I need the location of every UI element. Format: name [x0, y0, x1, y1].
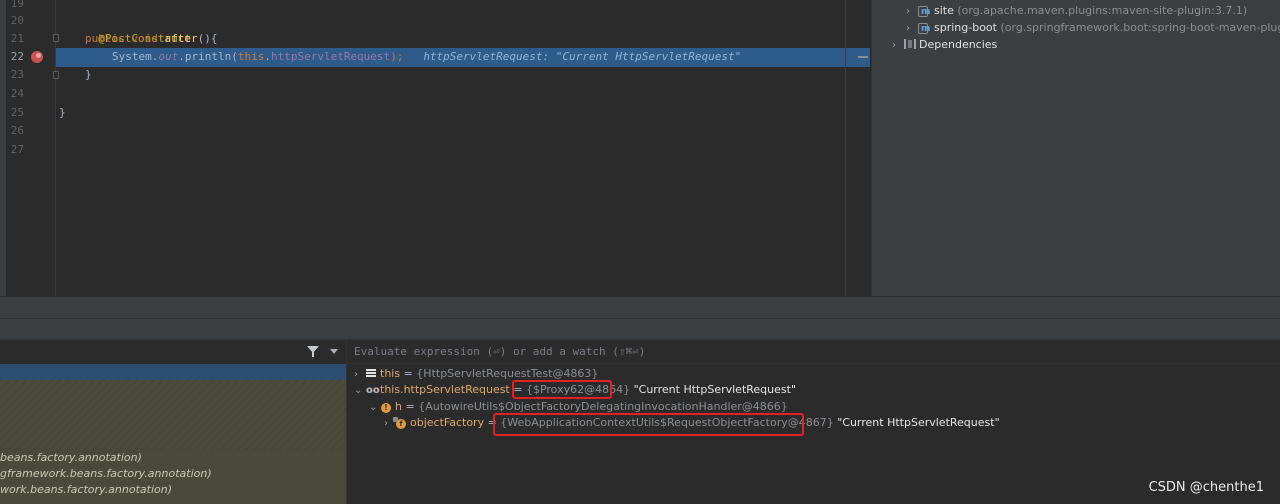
line-number: 24: [10, 87, 24, 100]
chevron-right-icon[interactable]: ›: [892, 37, 904, 55]
closing-brace: }: [59, 106, 66, 119]
keyword-token: void: [131, 32, 158, 45]
variable-name: this: [380, 367, 401, 380]
maven-dependencies-node[interactable]: › Dependencies: [892, 36, 997, 54]
code-token: (){: [197, 32, 218, 45]
keyword-token: public: [85, 32, 125, 45]
final-field-icon: f: [393, 417, 406, 429]
code-token: .println(: [178, 50, 238, 63]
variable-value: "Current HttpServletRequest": [630, 383, 797, 396]
fold-icon[interactable]: [53, 71, 59, 79]
frames-library-shading: [0, 380, 346, 450]
plugin-coordinates: (org.apache.maven.plugins:maven-site-plu…: [957, 4, 1248, 17]
code-line-22: System.out.println(this.httpServletReque…: [112, 48, 741, 66]
evaluate-expression-placeholder[interactable]: Evaluate expression (⏎) or add a watch (…: [354, 345, 645, 358]
fold-icon[interactable]: [53, 34, 59, 42]
code-line-23: }: [85, 66, 92, 84]
static-field-token: out: [158, 50, 179, 63]
variable-name: h: [395, 400, 402, 413]
inline-debug-value: httpServletRequest: "Current HttpServlet…: [423, 50, 742, 63]
code-token: );: [390, 50, 404, 63]
maven-plugin-icon: m: [918, 21, 930, 34]
line-number: 27: [10, 143, 24, 156]
code-token: System.: [112, 50, 159, 63]
field-token: httpServletRequest: [270, 50, 391, 63]
highlight-box-object-factory: [493, 413, 804, 436]
dependencies-label: Dependencies: [919, 38, 998, 51]
line-number-active: 22: [10, 50, 24, 63]
maven-tool-window: › m site (org.apache.maven.plugins:maven-s…: [871, 0, 1280, 296]
code-line-21: public void after(){: [85, 30, 218, 48]
right-margin-guide: [845, 0, 846, 296]
gutter-separator: [55, 0, 56, 296]
fold-gutter: [28, 0, 55, 296]
highlight-box-proxy: [512, 380, 612, 399]
line-number-gutter: 19 20 21 22 23 24 25 26 27: [6, 0, 28, 296]
maven-plugin-item[interactable]: › m site (org.apache.maven.plugins:maven-s…: [906, 2, 1247, 20]
frame-item[interactable]: beans.factory.annotation): [0, 449, 142, 466]
variable-name: objectFactory: [410, 416, 485, 429]
frame-item[interactable]: gframework.beans.factory.annotation): [0, 465, 212, 482]
equals-sign: =: [401, 400, 419, 413]
chevron-down-icon[interactable]: [330, 349, 338, 354]
method-name-token: after: [164, 32, 198, 45]
maven-plugin-item[interactable]: › m spring-boot (org.springframework.boot:…: [906, 19, 1280, 37]
line-number: 26: [10, 124, 24, 137]
warning-field-icon: !: [381, 403, 391, 413]
line-number: 23: [10, 68, 24, 81]
closing-brace: }: [85, 68, 92, 81]
dependencies-icon: [904, 39, 916, 49]
line-number: 20: [10, 14, 24, 27]
variable-value: "Current HttpServletRequest": [833, 416, 1000, 429]
plugin-coordinates: (org.springframework.boot:spring-boot-ma…: [1000, 21, 1280, 34]
chevron-down-icon[interactable]: ⌄: [369, 399, 381, 416]
breakpoint-icon[interactable]: [31, 51, 43, 63]
watermark: CSDN @chenthe1: [1148, 480, 1264, 495]
chevron-down-icon[interactable]: ⌄: [354, 382, 366, 399]
object-icon: [366, 368, 376, 378]
variable-type: {AutowireUtils$ObjectFactoryDelegatingIn…: [418, 400, 788, 413]
divider: [0, 318, 1280, 319]
equals-sign: =: [400, 367, 417, 380]
frame-item[interactable]: work.beans.factory.annotation): [0, 481, 172, 498]
variable-type: {HttpServletRequestTest@4863}: [416, 367, 599, 380]
filter-icon[interactable]: [306, 345, 320, 359]
code-token: .: [264, 50, 271, 63]
keyword-token: this: [237, 50, 265, 63]
maven-plugin-icon: m: [918, 4, 930, 17]
line-number: 25: [10, 106, 24, 119]
plugin-name: site: [934, 4, 954, 17]
variable-name: this.httpServletRequest: [380, 383, 510, 396]
line-number: 21: [10, 32, 24, 45]
selected-frame-row[interactable]: [0, 364, 346, 380]
scrollbar-marker[interactable]: [858, 56, 868, 58]
watch-glasses-icon: oo: [366, 385, 380, 396]
plugin-name: spring-boot: [934, 21, 997, 34]
code-line-25: }: [59, 104, 66, 122]
